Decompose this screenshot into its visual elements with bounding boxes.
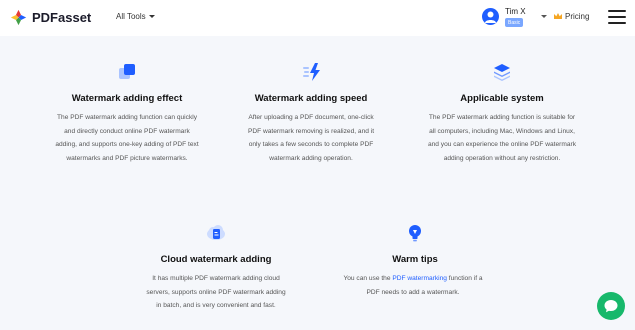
feature-title: Watermark adding effect	[71, 93, 183, 104]
feature-description: You can use the PDF watermarking functio…	[338, 272, 488, 299]
user-menu-chevron-icon[interactable]	[541, 15, 547, 18]
layers-square-icon	[119, 64, 135, 79]
user-avatar[interactable]	[482, 8, 499, 25]
lightbulb-icon	[409, 225, 421, 242]
chat-bubble-icon	[604, 300, 618, 313]
chat-support-button[interactable]	[597, 292, 625, 320]
user-name[interactable]: Tim X	[505, 7, 526, 16]
all-tools-dropdown[interactable]: All Tools	[116, 12, 155, 21]
pdf-watermarking-link[interactable]: PDF watermarking	[392, 275, 447, 282]
stack-icon	[494, 64, 510, 81]
all-tools-label: All Tools	[116, 12, 146, 21]
feature-description: After uploading a PDF document, one-clic…	[247, 114, 375, 162]
plan-badge: Basic	[505, 18, 524, 27]
feature-description: It has multiple PDF watermark adding clo…	[146, 275, 286, 309]
feature-title: Applicable system	[460, 93, 544, 104]
feature-title: Cloud watermark adding	[160, 254, 272, 265]
logo-icon	[10, 9, 27, 26]
feature-description: The PDF watermark adding function can qu…	[55, 114, 199, 162]
lightning-icon	[303, 63, 320, 81]
pricing-link[interactable]: Pricing	[554, 12, 589, 21]
brand-logo[interactable]: PDFasset	[10, 9, 91, 26]
feature-title: Warm tips	[392, 254, 438, 265]
crown-icon	[554, 13, 562, 19]
plan-badge-label: Basic	[508, 19, 521, 26]
top-header: PDFasset All Tools Tim X Basic Pricing	[0, 0, 635, 36]
tip-text-before: You can use the	[343, 275, 393, 282]
brand-name: PDFasset	[32, 10, 92, 25]
hamburger-menu-icon[interactable]	[608, 10, 626, 24]
user-icon	[485, 11, 496, 23]
pricing-label: Pricing	[565, 12, 590, 21]
cloud-file-icon	[207, 225, 225, 240]
feature-title: Watermark adding speed	[254, 93, 368, 104]
feature-description: The PDF watermark adding function is sui…	[427, 114, 577, 162]
chevron-down-icon	[148, 15, 155, 18]
